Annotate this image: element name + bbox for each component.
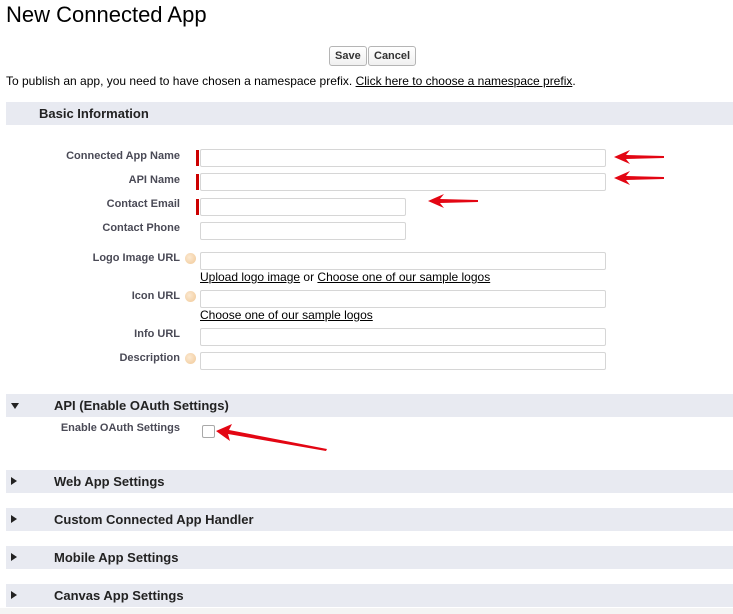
help-icon[interactable] [185, 291, 196, 302]
annotation-arrow-icon [216, 424, 327, 451]
section-api-oauth[interactable]: API (Enable OAuth Settings) [6, 394, 733, 417]
save-button[interactable]: Save [329, 46, 367, 66]
expand-triangle-icon[interactable] [11, 553, 17, 561]
sample-icons-link[interactable]: Choose one of our sample logos [200, 308, 373, 322]
icon-url-input[interactable] [200, 290, 606, 308]
contact-email-label: Contact Email [106, 198, 180, 210]
section-custom-handler[interactable]: Custom Connected App Handler [6, 508, 733, 531]
api-name-input[interactable] [200, 173, 606, 191]
annotation-arrow-icon [428, 194, 478, 208]
contact-phone-label: Contact Phone [102, 222, 180, 234]
sample-logos-link[interactable]: Choose one of our sample logos [317, 270, 490, 284]
section-canvas-app-settings[interactable]: Canvas App Settings [6, 584, 733, 607]
notice-suffix: . [572, 74, 576, 88]
logo-image-url-label: Logo Image URL [92, 252, 180, 264]
icon-url-label: Icon URL [131, 290, 180, 302]
section-title: API (Enable OAuth Settings) [54, 398, 229, 413]
enable-oauth-label: Enable OAuth Settings [60, 422, 180, 434]
page-bottom-edge [0, 608, 733, 614]
required-indicator [196, 199, 199, 215]
annotation-arrow-icon [614, 150, 664, 164]
icon-links: Choose one of our sample logos [200, 308, 373, 322]
section-title: Web App Settings [54, 474, 165, 489]
cancel-button[interactable]: Cancel [368, 46, 417, 66]
info-url-input[interactable] [200, 328, 606, 346]
namespace-notice: To publish an app, you need to have chos… [6, 74, 576, 88]
expand-triangle-icon[interactable] [11, 515, 17, 523]
section-title: Basic Information [39, 106, 149, 121]
collapse-triangle-icon[interactable] [11, 403, 19, 409]
contact-phone-input[interactable] [200, 222, 406, 240]
choose-namespace-link[interactable]: Click here to choose a namespace prefix [356, 74, 573, 88]
annotation-arrow-icon [614, 171, 664, 185]
connected-app-name-label: Connected App Name [66, 150, 180, 162]
expand-triangle-icon[interactable] [11, 591, 17, 599]
notice-text: To publish an app, you need to have chos… [6, 74, 356, 88]
logo-links: Upload logo image or Choose one of our s… [200, 270, 490, 284]
section-basic-information: Basic Information [6, 102, 733, 125]
section-web-app-settings[interactable]: Web App Settings [6, 470, 733, 493]
section-title: Canvas App Settings [54, 588, 184, 603]
upload-logo-link[interactable]: Upload logo image [200, 270, 300, 284]
expand-triangle-icon[interactable] [11, 477, 17, 485]
description-label: Description [119, 352, 180, 364]
section-title: Custom Connected App Handler [54, 512, 254, 527]
help-icon[interactable] [185, 253, 196, 264]
connected-app-name-input[interactable] [200, 149, 606, 167]
page-title: New Connected App [6, 2, 207, 27]
or-text: or [300, 270, 318, 284]
required-indicator [196, 150, 199, 166]
description-input[interactable] [200, 352, 606, 370]
api-name-label: API Name [128, 174, 180, 186]
logo-image-url-input[interactable] [200, 252, 606, 270]
help-icon[interactable] [185, 353, 196, 364]
section-mobile-app-settings[interactable]: Mobile App Settings [6, 546, 733, 569]
section-title: Mobile App Settings [54, 550, 179, 565]
contact-email-input[interactable] [200, 198, 406, 216]
required-indicator [196, 174, 199, 190]
info-url-label: Info URL [134, 328, 180, 340]
